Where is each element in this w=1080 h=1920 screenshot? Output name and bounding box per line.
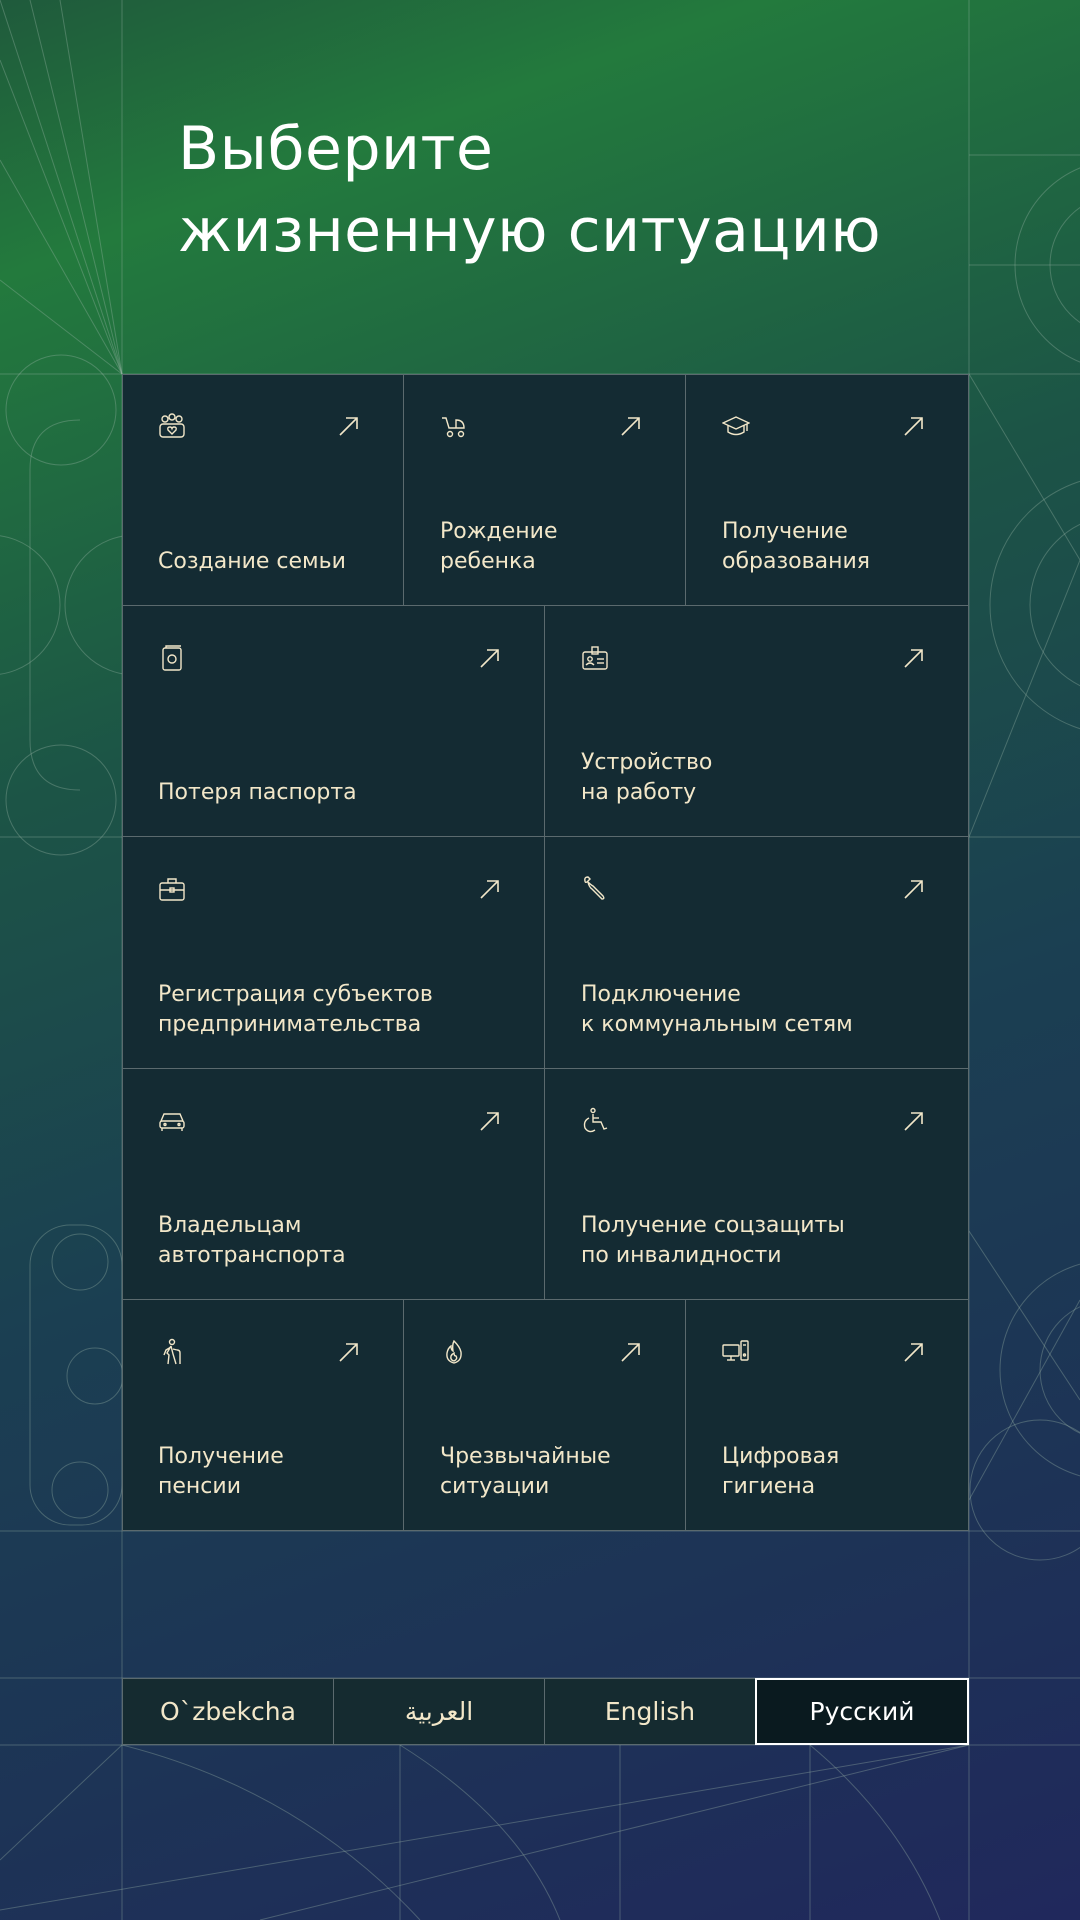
situation-label: Получение соцзащиты по инвалидности — [581, 1213, 845, 1268]
arrow-up-right-icon — [478, 1109, 502, 1133]
language-russian-button[interactable]: Русский — [755, 1678, 969, 1745]
situation-label: Устройство на работу — [581, 750, 713, 805]
arrow-up-right-icon — [902, 646, 926, 670]
language-arabic-button[interactable]: العربية — [333, 1678, 545, 1745]
situation-tile-pension[interactable]: Получение пенсии — [122, 1300, 404, 1531]
family-icon — [158, 412, 186, 440]
situation-label: Получение пенсии — [158, 1444, 284, 1499]
arrow-up-right-icon — [619, 414, 643, 438]
situation-tile-utilities[interactable]: Подключение к коммунальным сетям — [545, 837, 969, 1069]
language-switcher: O`zbekcha العربية English Русский — [122, 1678, 969, 1745]
situation-label: Потеря паспорта — [158, 780, 357, 805]
computer-icon — [722, 1338, 750, 1366]
situations-grid: Создание семьи Рождение ребенка Получени… — [122, 374, 969, 1531]
situation-label: Создание семьи — [158, 549, 346, 574]
car-icon — [158, 1107, 186, 1135]
arrow-up-right-icon — [619, 1340, 643, 1364]
arrow-up-right-icon — [337, 1340, 361, 1364]
situation-tile-business-registration[interactable]: Регистрация субъектов предпринимательств… — [122, 837, 545, 1069]
passport-icon — [158, 644, 186, 672]
situation-label: Регистрация субъектов предпринимательств… — [158, 982, 433, 1037]
situation-tile-disability-support[interactable]: Получение соцзащиты по инвалидности — [545, 1069, 969, 1300]
id-badge-icon — [581, 644, 609, 672]
situation-label: Получение образования — [722, 519, 870, 574]
situation-tile-birth[interactable]: Рождение ребенка — [404, 374, 686, 606]
arrow-up-right-icon — [902, 414, 926, 438]
arrow-up-right-icon — [902, 1340, 926, 1364]
situation-tile-vehicle-owners[interactable]: Владельцам автотранспорта — [122, 1069, 545, 1300]
wheelchair-icon — [581, 1107, 609, 1135]
situation-label: Подключение к коммунальным сетям — [581, 982, 853, 1037]
language-english-button[interactable]: English — [544, 1678, 756, 1745]
arrow-up-right-icon — [902, 1109, 926, 1133]
graduation-cap-icon — [722, 412, 750, 440]
situation-label: Чрезвычайные ситуации — [440, 1444, 611, 1499]
arrow-up-right-icon — [902, 877, 926, 901]
fire-icon — [440, 1338, 468, 1366]
wrench-icon — [581, 875, 609, 903]
situation-tile-family[interactable]: Создание семьи — [122, 374, 404, 606]
situation-tile-education[interactable]: Получение образования — [686, 374, 969, 606]
situation-tile-passport[interactable]: Потеря паспорта — [122, 606, 545, 837]
arrow-up-right-icon — [478, 877, 502, 901]
arrow-up-right-icon — [478, 646, 502, 670]
page-title: Выберите жизненную ситуацию — [178, 114, 882, 266]
situation-tile-digital-hygiene[interactable]: Цифровая гигиена — [686, 1300, 969, 1531]
situation-tile-emergencies[interactable]: Чрезвычайные ситуации — [404, 1300, 686, 1531]
baby-stroller-icon — [440, 412, 468, 440]
arrow-up-right-icon — [337, 414, 361, 438]
situation-label: Рождение ребенка — [440, 519, 558, 574]
elderly-person-icon — [158, 1338, 186, 1366]
situation-tile-employment[interactable]: Устройство на работу — [545, 606, 969, 837]
situation-label: Владельцам автотранспорта — [158, 1213, 346, 1268]
briefcase-icon — [158, 875, 186, 903]
language-uzbek-button[interactable]: O`zbekcha — [122, 1678, 334, 1745]
situation-label: Цифровая гигиена — [722, 1444, 840, 1499]
